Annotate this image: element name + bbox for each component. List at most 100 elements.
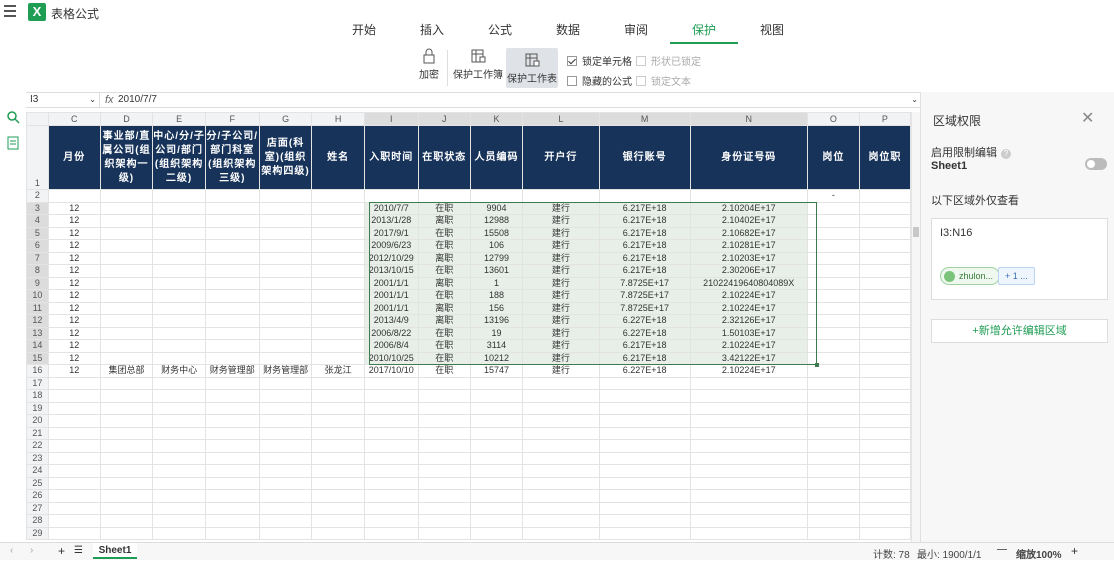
cell[interactable] — [152, 251, 206, 265]
cell[interactable]: 建行 — [522, 226, 600, 240]
cell[interactable]: 在职 — [417, 351, 471, 365]
cell[interactable] — [99, 426, 154, 440]
cell[interactable] — [469, 451, 524, 465]
cell[interactable] — [99, 514, 154, 528]
row-header[interactable]: 7 — [26, 251, 49, 265]
row-header[interactable]: 16 — [26, 364, 49, 378]
cell[interactable] — [311, 276, 365, 290]
cell[interactable] — [598, 489, 691, 503]
cell[interactable] — [311, 401, 365, 415]
cell[interactable] — [311, 389, 365, 403]
row-header[interactable]: 8 — [26, 264, 49, 278]
cell[interactable] — [47, 501, 101, 515]
cell[interactable]: 离职 — [417, 301, 471, 315]
cell[interactable]: 15508 — [469, 226, 524, 240]
cell[interactable]: 建行 — [522, 214, 600, 228]
search-icon[interactable] — [6, 110, 20, 124]
header-cell[interactable]: 岗位职 — [858, 125, 911, 190]
cell[interactable] — [363, 501, 419, 515]
cell[interactable] — [689, 401, 808, 415]
cell[interactable] — [152, 464, 206, 478]
help-icon[interactable]: ? — [1001, 149, 1011, 159]
cell[interactable]: 2.10224E+17 — [689, 301, 808, 315]
row-header[interactable]: 23 — [26, 451, 49, 465]
cell[interactable] — [99, 326, 154, 340]
cell[interactable] — [99, 526, 154, 540]
header-cell[interactable]: 店面(科室)(组织架构四级) — [258, 125, 313, 190]
cell[interactable]: 12 — [47, 289, 101, 303]
cell[interactable] — [806, 389, 860, 403]
cell[interactable] — [258, 251, 313, 265]
row-header[interactable]: 19 — [26, 401, 49, 415]
cell[interactable] — [258, 426, 313, 440]
cell[interactable]: 12799 — [469, 251, 524, 265]
cell[interactable] — [858, 289, 911, 303]
cell[interactable] — [204, 289, 260, 303]
cell[interactable] — [417, 414, 471, 428]
cell[interactable]: 2.10281E+17 — [689, 239, 808, 253]
cell[interactable] — [204, 314, 260, 328]
cell[interactable]: 12 — [47, 264, 101, 278]
cell[interactable] — [311, 501, 365, 515]
cell[interactable] — [469, 476, 524, 490]
cell[interactable] — [99, 414, 154, 428]
cell[interactable] — [152, 514, 206, 528]
cell[interactable] — [99, 489, 154, 503]
cell[interactable]: 2.10204E+17 — [689, 201, 808, 215]
cell[interactable] — [99, 351, 154, 365]
cell[interactable]: 12 — [47, 301, 101, 315]
cell[interactable] — [311, 439, 365, 453]
add-edit-range-button[interactable]: +新增允许编辑区域 — [931, 319, 1108, 343]
cell[interactable]: 2006/8/4 — [363, 339, 419, 353]
cell[interactable] — [311, 214, 365, 228]
cell[interactable] — [363, 414, 419, 428]
cell[interactable] — [311, 476, 365, 490]
cell[interactable] — [311, 226, 365, 240]
cell[interactable] — [258, 339, 313, 353]
cell[interactable] — [858, 414, 911, 428]
cell[interactable] — [469, 426, 524, 440]
cell[interactable] — [598, 426, 691, 440]
chevron-down-icon[interactable]: ⌄ — [89, 93, 96, 107]
cell[interactable] — [363, 489, 419, 503]
header-cell[interactable]: 姓名 — [311, 125, 365, 190]
sheet-list-icon[interactable]: ☰ — [74, 545, 83, 556]
cell[interactable] — [99, 276, 154, 290]
cell[interactable] — [689, 189, 808, 203]
tab-6[interactable]: 视图 — [738, 18, 806, 44]
column-header[interactable]: O — [806, 112, 860, 126]
cell[interactable] — [204, 264, 260, 278]
cell[interactable] — [522, 389, 600, 403]
cell[interactable]: 156 — [469, 301, 524, 315]
cell[interactable] — [417, 401, 471, 415]
cell[interactable]: 在职 — [417, 264, 471, 278]
cell[interactable] — [152, 201, 206, 215]
formula-input[interactable]: 2010/7/7 — [118, 93, 157, 107]
cell[interactable] — [258, 189, 313, 203]
cell[interactable] — [469, 414, 524, 428]
cell[interactable] — [689, 439, 808, 453]
cell[interactable] — [47, 389, 101, 403]
row-header[interactable]: 15 — [26, 351, 49, 365]
cell[interactable] — [311, 301, 365, 315]
cell[interactable]: 12 — [47, 276, 101, 290]
cell[interactable] — [858, 201, 911, 215]
cell[interactable]: 建行 — [522, 289, 600, 303]
cell[interactable]: 在职 — [417, 339, 471, 353]
cell[interactable] — [522, 189, 600, 203]
row-header[interactable]: 22 — [26, 439, 49, 453]
cell[interactable] — [258, 264, 313, 278]
cell[interactable]: 2.10224E+17 — [689, 339, 808, 353]
column-header[interactable]: D — [99, 112, 154, 126]
cell[interactable] — [99, 476, 154, 490]
cell[interactable] — [204, 301, 260, 315]
cell[interactable] — [417, 464, 471, 478]
row-header[interactable]: 1 — [26, 125, 49, 190]
cell[interactable] — [258, 414, 313, 428]
header-cell[interactable]: 岗位 — [806, 125, 860, 190]
cell[interactable]: 2001/1/1 — [363, 276, 419, 290]
cell[interactable]: 12 — [47, 239, 101, 253]
cell[interactable]: 在职 — [417, 289, 471, 303]
cell[interactable]: 12 — [47, 214, 101, 228]
row-header[interactable]: 13 — [26, 326, 49, 340]
